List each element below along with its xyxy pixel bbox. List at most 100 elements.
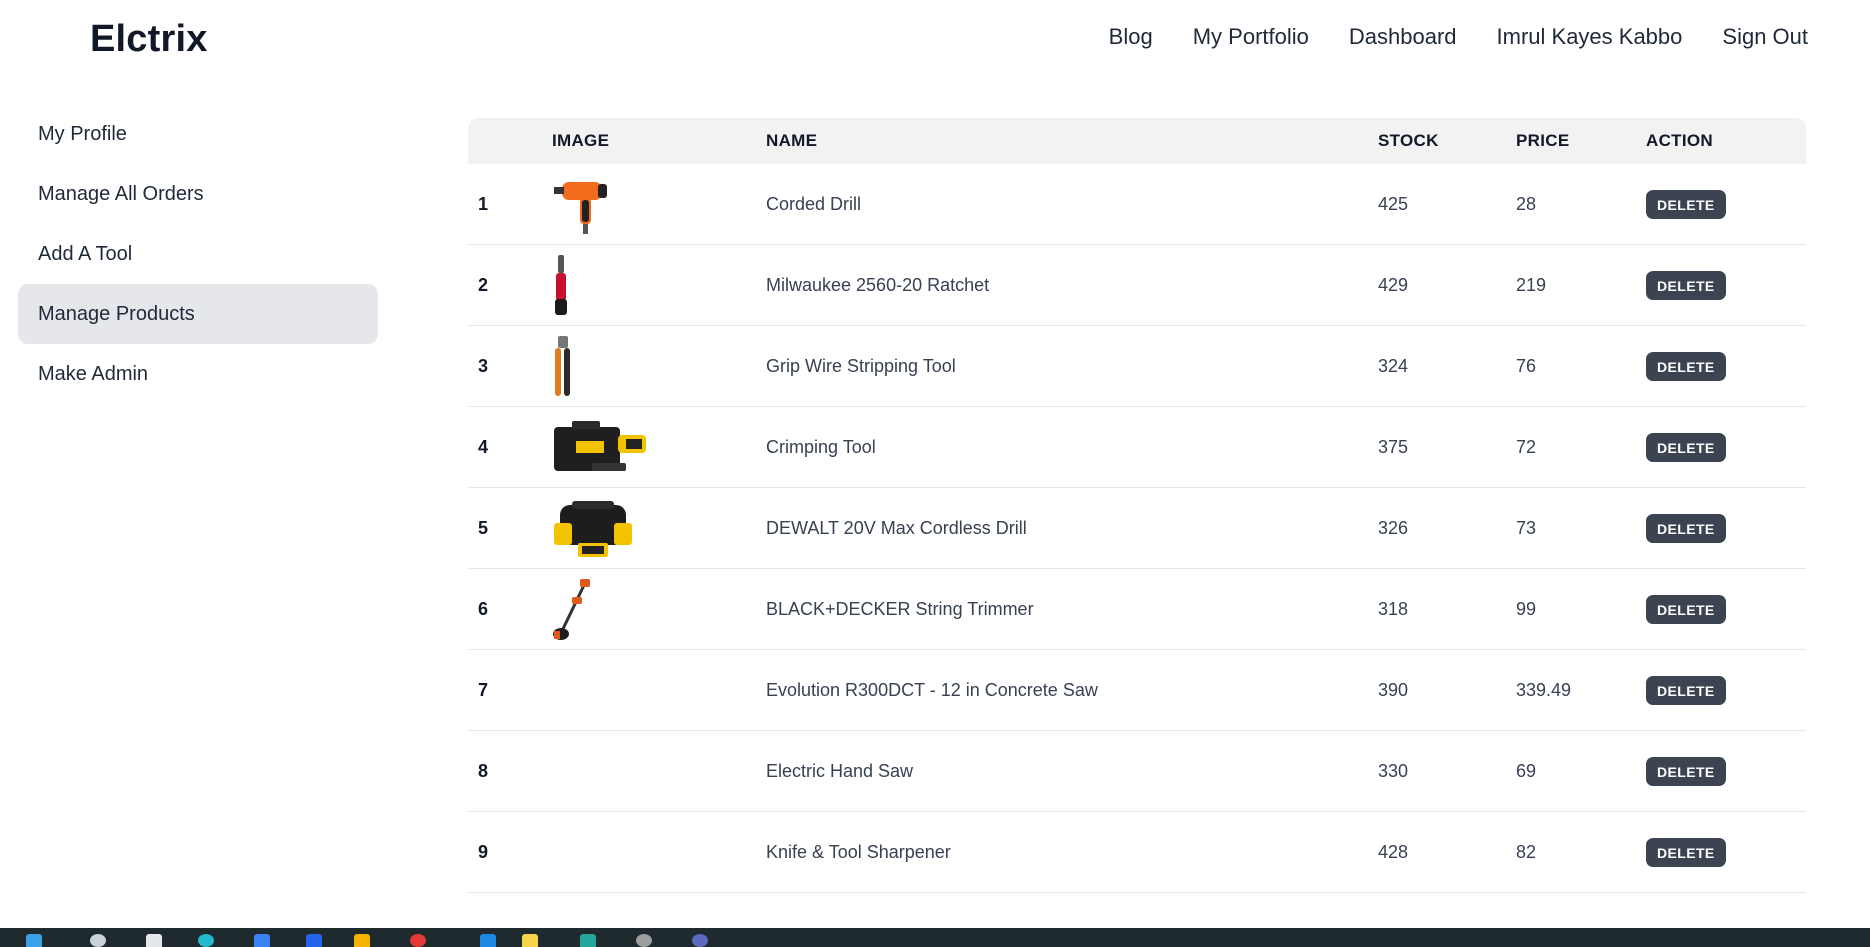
- action-cell: DELETE: [1646, 731, 1726, 812]
- brand-logo[interactable]: Elctrix: [90, 18, 208, 61]
- product-price: 339.49: [1516, 680, 1572, 700]
- file-explorer-icon[interactable]: [354, 934, 370, 947]
- store-icon[interactable]: [306, 934, 322, 947]
- row-index: 8: [478, 761, 489, 781]
- product-image: [552, 245, 652, 326]
- product-price: 99: [1516, 599, 1537, 619]
- table-header: IMAGE NAME STOCK PRICE ACTION: [468, 118, 1806, 164]
- table-row: 9 Knife & Tool Sharpener 428 82 DELETE: [468, 812, 1806, 893]
- delete-button[interactable]: DELETE: [1646, 676, 1726, 705]
- product-price: 82: [1516, 842, 1537, 862]
- action-cell: DELETE: [1646, 164, 1726, 245]
- table-row: 8 Electric Hand Saw 330 69 DELETE: [468, 731, 1806, 812]
- table-row: 2 Milwaukee 2560-20 Ratchet 429 219 DELE…: [468, 245, 1806, 326]
- product-stock: 330: [1378, 761, 1409, 781]
- delete-button[interactable]: DELETE: [1646, 595, 1726, 624]
- github-icon[interactable]: [636, 934, 652, 947]
- dashboard-sidebar: My Profile Manage All Orders Add A Tool …: [18, 104, 378, 404]
- action-cell: DELETE: [1646, 326, 1726, 407]
- header-stock: STOCK: [1378, 131, 1439, 150]
- product-name: BLACK+DECKER String Trimmer: [766, 599, 1034, 619]
- product-price: 219: [1516, 275, 1547, 295]
- row-index: 6: [478, 599, 489, 619]
- product-image: [552, 488, 652, 569]
- action-cell: DELETE: [1646, 245, 1726, 326]
- wire-stripper-image: [552, 334, 652, 400]
- product-stock: 390: [1378, 680, 1409, 700]
- product-stock: 324: [1378, 356, 1409, 376]
- notes-icon[interactable]: [522, 934, 538, 947]
- action-cell: DELETE: [1646, 812, 1726, 893]
- row-index: 1: [478, 194, 489, 214]
- vscode-icon[interactable]: [254, 934, 270, 947]
- row-index: 7: [478, 680, 489, 700]
- product-price: 69: [1516, 761, 1537, 781]
- delete-button[interactable]: DELETE: [1646, 190, 1726, 219]
- discord-icon[interactable]: [692, 934, 708, 947]
- delete-button[interactable]: DELETE: [1646, 757, 1726, 786]
- product-image: [552, 407, 652, 488]
- product-name: DEWALT 20V Max Cordless Drill: [766, 518, 1027, 538]
- edge-icon[interactable]: [198, 934, 214, 947]
- sidebar-item-make-admin[interactable]: Make Admin: [18, 344, 378, 404]
- sidebar-item-manage-products[interactable]: Manage Products: [18, 284, 378, 344]
- search-icon[interactable]: [90, 934, 106, 947]
- nav-link-dashboard[interactable]: Dashboard: [1349, 24, 1457, 50]
- task-view-icon[interactable]: [146, 934, 162, 947]
- table-row: 4 Crimping Tool 375 72 DELETE: [468, 407, 1806, 488]
- row-index: 4: [478, 437, 489, 457]
- delete-button[interactable]: DELETE: [1646, 271, 1726, 300]
- chrome-icon[interactable]: [410, 934, 426, 947]
- os-taskbar: [0, 928, 1870, 947]
- product-image: [552, 164, 652, 245]
- nav-links: Blog My Portfolio Dashboard Imrul Kayes …: [1109, 24, 1808, 50]
- product-price: 72: [1516, 437, 1537, 457]
- header-price: PRICE: [1516, 131, 1570, 150]
- nav-link-my-portfolio[interactable]: My Portfolio: [1193, 24, 1309, 50]
- product-stock: 428: [1378, 842, 1409, 862]
- delete-button[interactable]: DELETE: [1646, 514, 1726, 543]
- product-stock: 318: [1378, 599, 1409, 619]
- sidebar-item-manage-all-orders[interactable]: Manage All Orders: [18, 164, 378, 224]
- product-stock: 326: [1378, 518, 1409, 538]
- product-name: Corded Drill: [766, 194, 862, 214]
- sidebar-item-my-profile[interactable]: My Profile: [18, 104, 378, 164]
- sidebar-item-add-a-tool[interactable]: Add A Tool: [18, 224, 378, 284]
- product-name: Grip Wire Stripping Tool: [766, 356, 956, 376]
- header-image: IMAGE: [552, 131, 610, 150]
- product-name: Milwaukee 2560-20 Ratchet: [766, 275, 990, 295]
- nav-link-sign-out[interactable]: Sign Out: [1722, 24, 1808, 50]
- product-name: Crimping Tool: [766, 437, 876, 457]
- delete-button[interactable]: DELETE: [1646, 838, 1726, 867]
- header-action: ACTION: [1646, 131, 1713, 150]
- products-table: IMAGE NAME STOCK PRICE ACTION 1 Corded D…: [468, 118, 1806, 893]
- table-row: 1 Corded Drill 425 28 DELETE: [468, 164, 1806, 245]
- terminal-icon[interactable]: [580, 934, 596, 947]
- app-icon[interactable]: [480, 934, 496, 947]
- string-trimmer-image: [552, 577, 652, 643]
- crimping-tool-kit-image: [552, 415, 652, 481]
- action-cell: DELETE: [1646, 488, 1726, 569]
- product-name: Electric Hand Saw: [766, 761, 914, 781]
- action-cell: DELETE: [1646, 569, 1726, 650]
- cordless-drill-kit-image: [552, 496, 652, 562]
- table-row: 3 Grip Wire Stripping Tool 324 76 DELETE: [468, 326, 1806, 407]
- row-index: 9: [478, 842, 489, 862]
- start-icon[interactable]: [26, 934, 42, 947]
- action-cell: DELETE: [1646, 650, 1726, 731]
- row-index: 5: [478, 518, 489, 538]
- top-navbar: Elctrix Blog My Portfolio Dashboard Imru…: [0, 0, 1870, 84]
- product-image: [552, 569, 652, 650]
- product-stock: 429: [1378, 275, 1409, 295]
- corded-drill-image: [552, 172, 652, 238]
- delete-button[interactable]: DELETE: [1646, 433, 1726, 462]
- action-cell: DELETE: [1646, 407, 1726, 488]
- delete-button[interactable]: DELETE: [1646, 352, 1726, 381]
- ratchet-image: [552, 253, 652, 319]
- product-stock: 425: [1378, 194, 1409, 214]
- table-row: 6 BLACK+DECKER String Trimmer 318 99 DEL…: [468, 569, 1806, 650]
- nav-link-user-name[interactable]: Imrul Kayes Kabbo: [1497, 24, 1683, 50]
- product-stock: 375: [1378, 437, 1409, 457]
- product-name: Evolution R300DCT - 12 in Concrete Saw: [766, 680, 1098, 700]
- nav-link-blog[interactable]: Blog: [1109, 24, 1153, 50]
